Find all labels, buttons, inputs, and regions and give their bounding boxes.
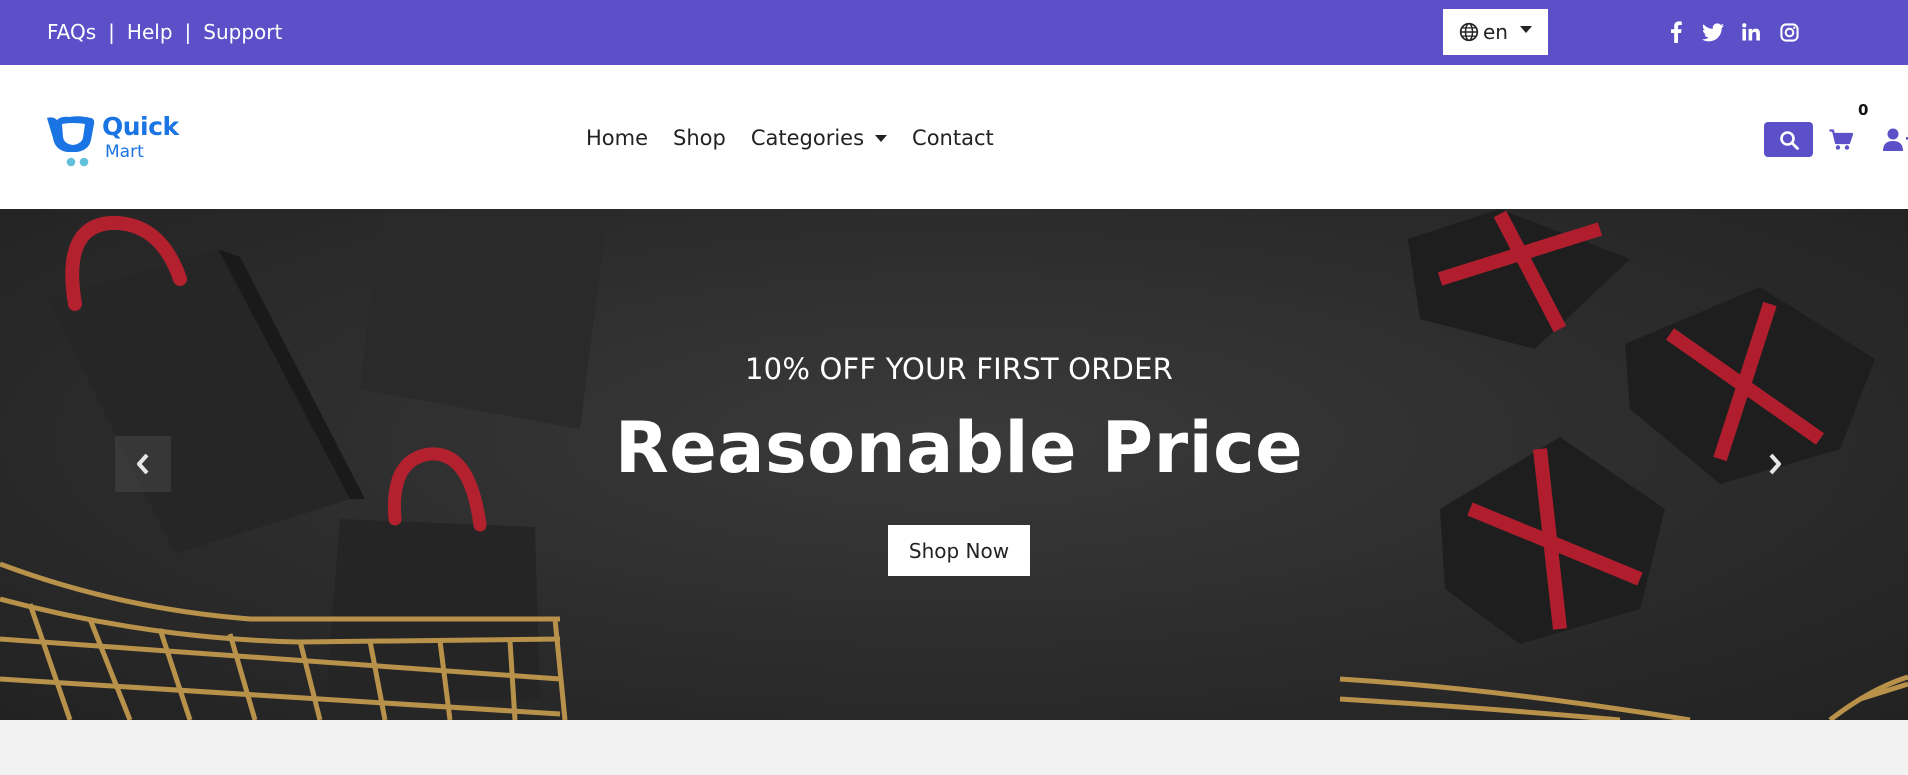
logo-text-primary: Quick — [102, 112, 179, 141]
globe-icon — [1459, 22, 1479, 42]
hero-subtitle: 10% OFF YOUR FIRST ORDER — [745, 352, 1173, 386]
logo-text-secondary: Mart — [105, 142, 144, 162]
help-link[interactable]: Help — [127, 20, 173, 44]
cart-button[interactable] — [1829, 129, 1854, 151]
chevron-down-icon — [1519, 25, 1532, 33]
gift-box-image — [1408, 209, 1630, 349]
nav-categories-label: Categories — [750, 126, 865, 150]
separator: | — [108, 20, 115, 44]
top-bar: FAQs | Help | Support en — [0, 0, 1908, 65]
carousel-prev-button[interactable] — [115, 436, 171, 492]
carousel-next-button[interactable] — [1747, 436, 1803, 492]
shop-now-button[interactable]: Shop Now — [888, 525, 1030, 576]
nav-shop[interactable]: Shop — [673, 126, 726, 150]
main-navbar: Quick Mart Home Shop Categories Contact … — [0, 65, 1908, 209]
page: FAQs | Help | Support en Quick Mart Home… — [0, 0, 1908, 775]
nav-contact[interactable]: Contact — [912, 126, 994, 150]
nav-home[interactable]: Home — [586, 126, 648, 150]
instagram-icon[interactable] — [1779, 20, 1799, 44]
cart-icon — [1829, 129, 1854, 150]
language-dropdown[interactable]: en — [1443, 9, 1548, 55]
separator: | — [184, 20, 192, 44]
top-links: FAQs | Help | Support — [47, 20, 282, 44]
search-button[interactable] — [1764, 122, 1813, 157]
cart-logo-icon — [47, 116, 95, 167]
linkedin-icon[interactable] — [1741, 20, 1761, 44]
chevron-down-icon — [875, 134, 888, 142]
twitter-icon[interactable] — [1700, 20, 1726, 44]
faqs-link[interactable]: FAQs — [47, 20, 96, 44]
hero-title: Reasonable Price — [614, 407, 1304, 489]
chevron-right-icon — [1769, 453, 1781, 475]
facebook-icon[interactable] — [1668, 20, 1684, 44]
content-area — [0, 720, 1908, 775]
chevron-left-icon — [137, 453, 149, 475]
nav-categories[interactable]: Categories — [750, 126, 888, 150]
shopping-bag-image — [360, 209, 608, 429]
cart-count-badge: 0 — [1858, 101, 1869, 119]
main-menu: Home Shop Categories Contact — [586, 126, 1019, 150]
logo[interactable]: Quick Mart — [45, 112, 185, 172]
search-icon — [1779, 130, 1799, 150]
support-link[interactable]: Support — [203, 20, 282, 44]
user-plus-icon — [1883, 128, 1908, 151]
language-value: en — [1483, 20, 1508, 44]
shopping-cart-image — [1339, 674, 1908, 720]
shopping-bag-image — [48, 215, 365, 554]
hero-carousel: 10% OFF YOUR FIRST ORDER Reasonable Pric… — [0, 209, 1908, 720]
user-account-button[interactable] — [1883, 128, 1908, 152]
